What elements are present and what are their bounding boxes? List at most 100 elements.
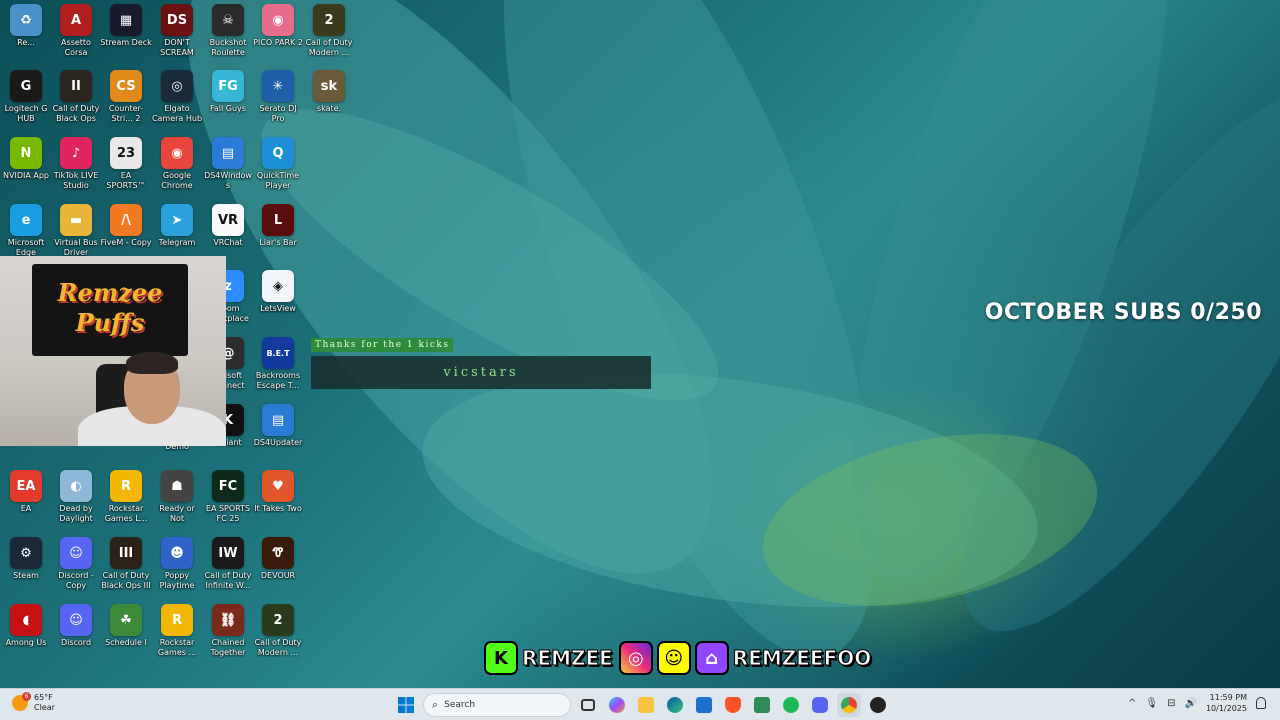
desktop-icon-tiktok[interactable]: ♪ TikTok LIVE Studio [50, 137, 102, 191]
desktop-icon-steam[interactable]: ⚙ Steam [0, 537, 52, 581]
desktop-icon-label: Serato DJ Pro [259, 104, 297, 123]
discord-icon: ☺ [60, 604, 92, 636]
desktop-icon-rockstar1[interactable]: R Rockstar Games L... [100, 470, 152, 524]
desktop-icon-cs2[interactable]: CS Counter-Stri... 2 [100, 70, 152, 124]
desktop-icon-serato[interactable]: ✳ Serato DJ Pro [252, 70, 304, 124]
desktop-icon-fc25[interactable]: FC EA SPORTS FC 25 [202, 470, 254, 524]
desktop-icon-label: Logitech G HUB [4, 104, 48, 123]
desktop-icon-picopark[interactable]: ◉ PICO PARK 2 [252, 4, 304, 48]
desktop-icon-dontscream[interactable]: DS DON'T SCREAM [151, 4, 203, 58]
desktop-icon-label: EA [20, 504, 32, 513]
taskbar-brave[interactable] [721, 693, 745, 717]
taskbar-chrome[interactable] [837, 693, 861, 717]
taskbar-obs[interactable] [866, 693, 890, 717]
readyornot-icon: ☗ [161, 470, 193, 502]
taskbar-file-explorer[interactable] [634, 693, 658, 717]
desktop-icon-streamdeck[interactable]: ▦ Stream Deck [100, 4, 152, 48]
elgato-icon: ◎ [161, 70, 193, 102]
backrooms-icon: B.E.T [262, 337, 294, 369]
desktop-icon-label: Chained Together [210, 638, 246, 657]
system-tray: ^ 🎙 ⊟ 🔊 11:59 PM 10/1/2025 [1128, 692, 1266, 714]
chrome-icon: ◉ [161, 137, 193, 169]
desktop-icon-label: Among Us [5, 638, 47, 647]
desktop-icon-ds4updater[interactable]: ▤ DS4Updater [252, 404, 304, 448]
desktop-icon-label: Call of Duty Black Ops III [101, 571, 151, 590]
desktop-icon-virtualbus[interactable]: ▬ Virtual Bus Driver [50, 204, 102, 258]
desktop-icon-fifa[interactable]: 23 EA SPORTS™ FIFA 23 [100, 137, 152, 191]
desktop-icon-label: Call of Duty Black Ops I... [52, 104, 100, 123]
task-view-icon [581, 699, 595, 711]
desktop-icon-label: QuickTime Player [256, 171, 300, 190]
kick-handle: REMZEE [522, 646, 614, 671]
weather-temp: 65°F [34, 693, 53, 702]
desktop-icon-label: TikTok LIVE Studio [53, 171, 99, 190]
desktop-icon-label: Virtual Bus Driver [54, 238, 98, 257]
desktop-icon-fivem[interactable]: /\ FiveM - Copy [100, 204, 152, 248]
desktop-icon-rockstar2[interactable]: R Rockstar Games ... [151, 604, 203, 658]
start-button[interactable] [394, 693, 418, 717]
desktop-icon-readyornot[interactable]: ☗ Ready or Not [151, 470, 203, 524]
desktop-icon-discordcopy[interactable]: ☺ Discord - Copy [50, 537, 102, 591]
weather-widget[interactable]: 6 65°F Clear [12, 692, 55, 713]
clock[interactable]: 11:59 PM 10/1/2025 [1206, 692, 1247, 714]
desktop-icon-chrome[interactable]: ◉ Google Chrome [151, 137, 203, 191]
desktop-icon-edge[interactable]: e Microsoft Edge [0, 204, 52, 258]
desktop-icon-schedule1[interactable]: ☘ Schedule I [100, 604, 152, 648]
taskbar-edge[interactable] [663, 693, 687, 717]
desktop-icon-elgato[interactable]: ◎ Elgato Camera Hub [151, 70, 203, 124]
desktop-icon-label: Re... [17, 38, 35, 47]
notification-bell-icon[interactable] [1256, 697, 1266, 709]
desktop-icon-devour[interactable]: Ꮱ DEVOUR [252, 537, 304, 581]
taskbar-copilot[interactable] [605, 693, 629, 717]
desktop-icon-telegram[interactable]: ➤ Telegram [151, 204, 203, 248]
desktop-icon-ds4windows[interactable]: ▤ DS4Windows [202, 137, 254, 191]
desktop-icon-ea[interactable]: EA EA [0, 470, 52, 514]
desktop-icon-chained[interactable]: ⛓ Chained Together [202, 604, 254, 658]
streamdeck-icon: ▦ [110, 4, 142, 36]
app-green-icon [754, 697, 770, 713]
desktop-icon-label: Buckshot Roulette [209, 38, 247, 57]
desktop-icon-label: Assetto Corsa [61, 38, 91, 57]
desktop-icon-assetto[interactable]: A Assetto Corsa [50, 4, 102, 58]
taskbar-discord[interactable] [808, 693, 832, 717]
virtualbus-icon: ▬ [60, 204, 92, 236]
taskbar-app-green[interactable] [750, 693, 774, 717]
desktop-icon-codbo3[interactable]: III Call of Duty Black Ops III [100, 537, 152, 591]
desktop-icon-logitech[interactable]: G Logitech G HUB [0, 70, 52, 124]
desktop-icon-poppy[interactable]: ☻ Poppy Playtime [151, 537, 203, 591]
dontscream-icon: DS [161, 4, 193, 36]
desktop-icon-ittakestwo[interactable]: ♥ It Takes Two [252, 470, 304, 514]
chevron-up-icon[interactable]: ^ [1128, 698, 1136, 709]
taskbar-store[interactable] [692, 693, 716, 717]
desktop-icon-codbo1[interactable]: II Call of Duty Black Ops I... [50, 70, 102, 124]
desktop-icon-buckshot[interactable]: ☠ Buckshot Roulette [202, 4, 254, 58]
desktop-icon-backrooms[interactable]: B.E.T Backrooms Escape T... [252, 337, 304, 391]
desktop-icon-label: Google Chrome [161, 171, 193, 190]
desktop-icon-fallguys[interactable]: FG Fall Guys [202, 70, 254, 114]
desktop-icon-label: Ready or Not [159, 504, 195, 523]
discord-icon [812, 697, 828, 713]
desktop-icon-codmodern1[interactable]: 2 Call of Duty Modern ... [303, 4, 355, 58]
desktop-icon-amongus[interactable]: ◖ Among Us [0, 604, 52, 648]
desktop-icon-vrchat[interactable]: VR VRChat [202, 204, 254, 248]
desktop-icon-quicktime[interactable]: Q QuickTime Player [252, 137, 304, 191]
network-icon[interactable]: ⊟ [1167, 698, 1175, 709]
desktop-icon-nvidia[interactable]: N NVIDIA App [0, 137, 52, 181]
desktop-icon-codiw[interactable]: IW Call of Duty Infinite W... [202, 537, 254, 591]
microphone-icon[interactable]: 🎙 [1145, 698, 1158, 709]
desktop-icon-dbd[interactable]: ◐ Dead by Daylight [50, 470, 102, 524]
amongus-icon: ◖ [10, 604, 42, 636]
desktop-icon-skate[interactable]: sk skate. [303, 70, 355, 114]
taskbar-search[interactable]: ⌕ Search [423, 693, 571, 717]
desktop-icon-recycle[interactable]: ♻ Re... [0, 4, 52, 48]
desktop-icon-label: Call of Duty Modern ... [254, 638, 302, 657]
codbo1-icon: II [60, 70, 92, 102]
desktop-icon-letsview[interactable]: ◈ LetsView [252, 270, 304, 314]
desktop-icon-discord[interactable]: ☺ Discord [50, 604, 102, 648]
desktop-icon-codmodern2[interactable]: 2 Call of Duty Modern ... [252, 604, 304, 658]
task-view-button[interactable] [576, 693, 600, 717]
rockstar2-icon: R [161, 604, 193, 636]
desktop-icon-liarsbar[interactable]: L Liar's Bar [252, 204, 304, 248]
volume-icon[interactable]: 🔊 [1185, 698, 1197, 709]
taskbar-spotify[interactable] [779, 693, 803, 717]
